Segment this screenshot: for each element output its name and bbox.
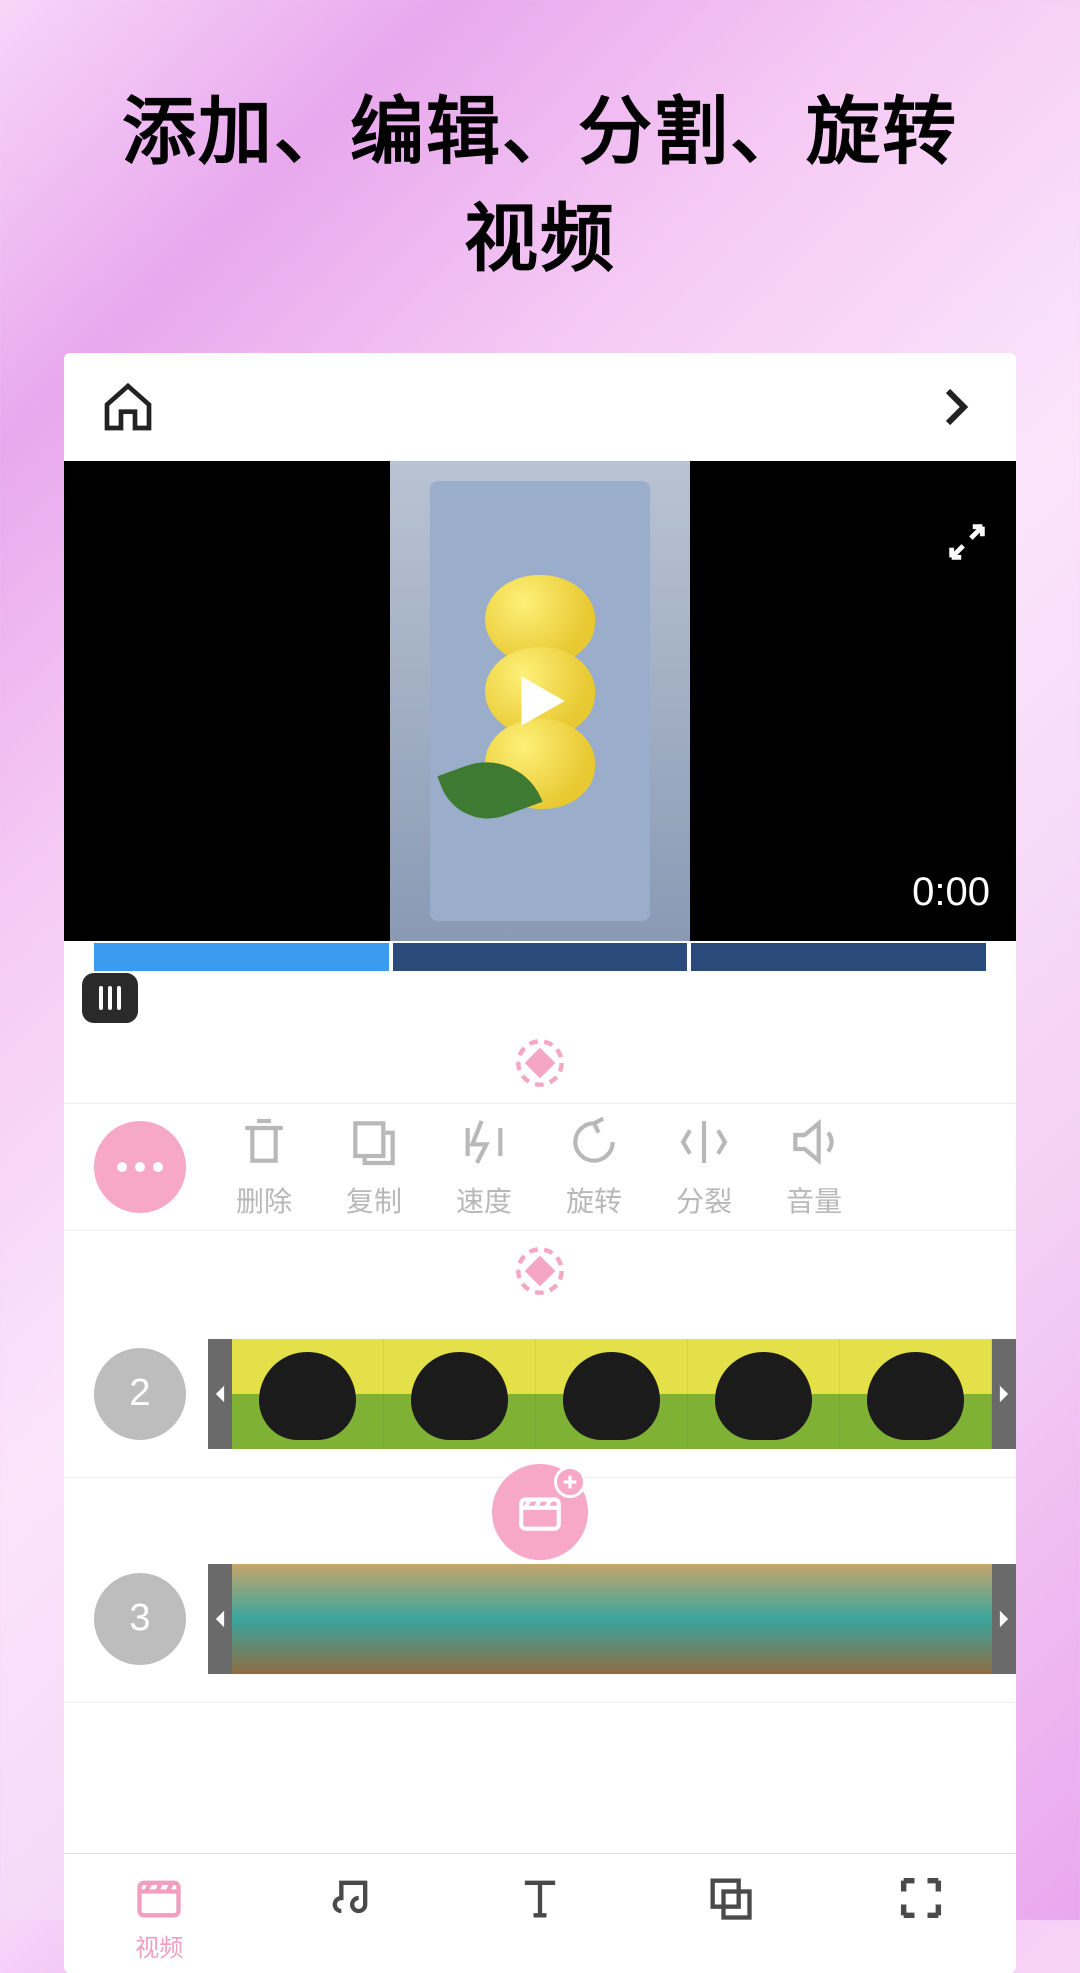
clip-strip[interactable] [208,1564,1016,1674]
rotate-button[interactable]: 旋转 [566,1114,622,1220]
clip-right-handle[interactable] [992,1339,1016,1449]
rotate-label: 旋转 [566,1180,622,1220]
speed-label: 速度 [456,1180,512,1220]
time-display: 0:00 [912,870,990,915]
fullscreen-icon[interactable] [944,519,990,565]
video-preview[interactable]: 0:00 [64,461,1016,941]
clip-row-3: 3 [64,1514,1016,1703]
clip-toolbar: 删除 复制 速度 旋转 [64,1103,1016,1231]
home-icon[interactable] [100,379,156,435]
clip-number[interactable]: 2 [94,1348,186,1440]
page-title: 添加、编辑、分割、旋转 视频 [0,0,1080,293]
progress-segment-1[interactable] [94,943,389,971]
bottom-nav: 视频 [64,1853,1016,1973]
nav-music[interactable] [254,1872,444,1963]
volume-label: 音量 [786,1180,842,1220]
clip-frames[interactable] [232,1564,992,1674]
more-button[interactable] [94,1121,186,1213]
transition-icon[interactable] [64,1037,1016,1089]
progress-segment-3[interactable] [691,943,986,971]
scrub-handle[interactable] [82,973,138,1023]
nav-crop[interactable] [826,1872,1016,1963]
app-header [64,353,1016,461]
copy-button[interactable]: 复制 [346,1114,402,1220]
transition-icon-2[interactable] [64,1245,1016,1297]
clip-frames[interactable] [232,1339,992,1449]
split-label: 分裂 [676,1180,732,1220]
volume-button[interactable]: 音量 [786,1114,842,1220]
delete-label: 删除 [236,1180,292,1220]
clip-left-handle[interactable] [208,1564,232,1674]
title-line-2: 视频 [0,185,1080,292]
clip-row-2: 2 [64,1311,1016,1478]
delete-button[interactable]: 删除 [236,1114,292,1220]
copy-label: 复制 [346,1180,402,1220]
clip-strip[interactable] [208,1339,1016,1449]
clip-number[interactable]: 3 [94,1573,186,1665]
title-line-1: 添加、编辑、分割、旋转 [0,78,1080,185]
nav-video-label: 视频 [135,1928,183,1963]
split-button[interactable]: 分裂 [676,1114,732,1220]
speed-button[interactable]: 速度 [456,1114,512,1220]
forward-icon[interactable] [932,383,980,431]
plus-icon [554,1466,586,1498]
nav-text[interactable] [445,1872,635,1963]
play-icon[interactable] [503,664,577,738]
progress-bar[interactable] [64,943,1016,971]
clip-right-handle[interactable] [992,1564,1016,1674]
add-clip-button[interactable] [492,1464,588,1560]
clip-left-handle[interactable] [208,1339,232,1449]
nav-layer[interactable] [635,1872,825,1963]
progress-segment-2[interactable] [393,943,688,971]
nav-video[interactable]: 视频 [64,1872,254,1963]
app-frame: 0:00 删除 [64,353,1016,1973]
